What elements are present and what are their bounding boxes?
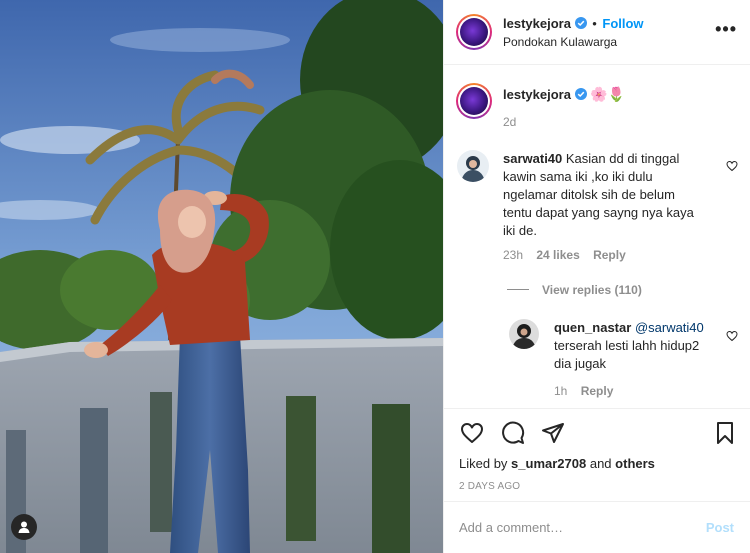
reply-age: 1h bbox=[554, 384, 568, 398]
commenter-avatar[interactable] bbox=[457, 150, 489, 182]
post-side-panel: lestykejora • Follow Pondokan Kulawarga … bbox=[443, 0, 750, 553]
instagram-post: lestykejora • Follow Pondokan Kulawarga … bbox=[0, 0, 750, 553]
view-replies-button[interactable]: View replies (110) bbox=[542, 283, 642, 297]
reply-meta: 1h Reply bbox=[554, 384, 613, 398]
caption-username[interactable]: lestykejora bbox=[503, 87, 571, 102]
reply-username[interactable]: quen_nastar bbox=[554, 320, 631, 335]
reply-line: terserah lesti lahh hidup2 bbox=[554, 338, 700, 353]
comment-line: tentu dapat yang sayng nya kaya bbox=[503, 205, 694, 220]
author-username[interactable]: lestykejora bbox=[503, 16, 571, 31]
reply-mention[interactable]: @sarwati40 bbox=[635, 320, 704, 335]
post-comment-button[interactable]: Post bbox=[706, 520, 734, 535]
verified-badge-icon bbox=[574, 17, 587, 29]
liked-by-user[interactable]: s_umar2708 bbox=[511, 456, 586, 471]
comment-line: Kasian dd di tinggal bbox=[565, 151, 680, 166]
comment-username[interactable]: sarwati40 bbox=[503, 151, 562, 166]
replies-divider bbox=[507, 289, 529, 290]
caption-age: 2d bbox=[503, 115, 517, 129]
comment-line: iki de. bbox=[503, 223, 537, 238]
reply-reply-button[interactable]: Reply bbox=[581, 384, 614, 398]
reply-like-heart-icon[interactable] bbox=[726, 330, 738, 342]
follow-button[interactable]: Follow bbox=[602, 16, 643, 31]
header-dot-separator: • bbox=[592, 16, 597, 31]
heart-icon[interactable] bbox=[460, 421, 484, 445]
caption-row: lestykejora 🌸🌷 bbox=[503, 86, 625, 103]
reply-button[interactable]: Reply bbox=[593, 248, 626, 262]
comment-meta: 23h 24 likes Reply bbox=[503, 248, 626, 262]
liked-by-and: and bbox=[589, 456, 612, 471]
reply-body: quen_nastar @sarwati40 terserah lesti la… bbox=[554, 319, 734, 373]
liked-by-prefix: Liked by bbox=[459, 456, 508, 471]
post-photo[interactable] bbox=[0, 0, 443, 553]
comment-age: 23h bbox=[503, 248, 524, 262]
comment-likes[interactable]: 24 likes bbox=[536, 248, 579, 262]
user-tag-icon[interactable] bbox=[11, 514, 37, 540]
post-actions: Liked by s_umar2708 and others 2 DAYS AG… bbox=[444, 408, 750, 501]
author-avatar[interactable] bbox=[456, 14, 492, 50]
bookmark-icon[interactable] bbox=[713, 421, 737, 445]
header-name-row: lestykejora • Follow bbox=[503, 16, 644, 31]
comment-line: ngelamar ditolsk sih de belum bbox=[503, 187, 675, 202]
post-location[interactable]: Pondokan Kulawarga bbox=[503, 35, 617, 49]
post-header: lestykejora • Follow Pondokan Kulawarga … bbox=[444, 0, 750, 65]
comment-body: sarwati40 Kasian dd di tinggal kawin sam… bbox=[503, 150, 723, 240]
photo-scene bbox=[0, 0, 443, 553]
verified-badge-icon bbox=[574, 88, 587, 100]
add-comment-bar: Add a comment… Post bbox=[444, 501, 750, 553]
add-comment-input[interactable]: Add a comment… bbox=[459, 520, 563, 535]
reply-line: dia jugak bbox=[554, 356, 607, 371]
caption-avatar[interactable] bbox=[456, 83, 492, 119]
comment-like-heart-icon[interactable] bbox=[726, 160, 738, 172]
post-date: 2 DAYS AGO bbox=[459, 481, 521, 492]
reply-commenter-avatar[interactable] bbox=[509, 319, 539, 349]
comment-icon[interactable] bbox=[501, 421, 525, 445]
more-icon[interactable]: ••• bbox=[715, 20, 737, 38]
comment-line: kawin sama iki ,ko iki dulu bbox=[503, 169, 653, 184]
caption-text: 🌸🌷 bbox=[590, 86, 626, 102]
liked-by-row: Liked by s_umar2708 and others bbox=[459, 456, 655, 471]
paper-plane-icon[interactable] bbox=[541, 421, 565, 445]
liked-by-others[interactable]: others bbox=[615, 456, 655, 471]
